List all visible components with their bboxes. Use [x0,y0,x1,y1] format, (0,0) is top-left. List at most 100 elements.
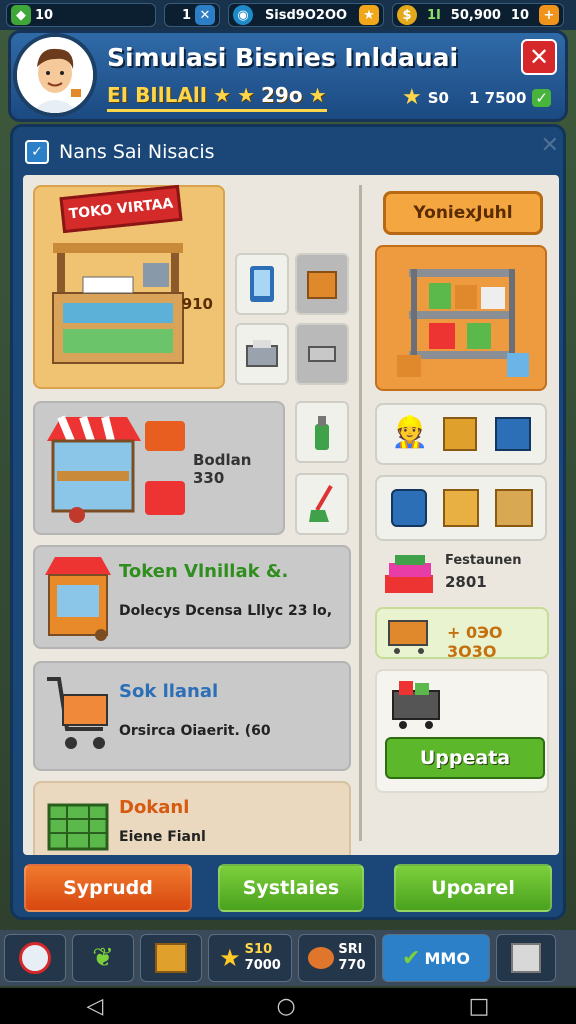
player-rank-value: 29o [261,83,303,107]
promo-title: Festaunen [445,553,522,568]
recents-icon[interactable]: □ [469,994,490,1019]
game-title: Simulasi Bisnies Inldauai [107,43,459,72]
price-row[interactable]: + 0ЭО 3О3О [375,607,549,661]
basket-icon [308,947,335,969]
scanner-icon [308,346,336,362]
item-scanner[interactable] [295,323,349,385]
tab-leaf[interactable]: ❦ [72,934,134,982]
shopping-cart-icon [47,677,108,749]
shop-sign: TOKO VIRTAA [59,184,183,234]
storage-items [375,475,547,541]
back-icon[interactable]: ◁ [87,994,104,1019]
item-broom[interactable] [295,473,349,535]
stacked-goods-icon [385,555,433,593]
resource-gems-value: 10 [35,7,54,23]
crate-icon [155,943,187,973]
statistics-button[interactable]: Systlaies [218,864,364,912]
panel-content: TOKO VIRTAA 910 Bodlan 330 Token Vlnilla… [23,175,559,855]
tab-stars-bottom: 7000 [244,958,281,973]
system-nav-bar: ◁ ○ □ [0,988,576,1024]
tools-icon: ✕ [195,5,215,25]
item-box[interactable] [295,253,349,315]
globe-icon: ◉ [233,5,253,25]
compass-icon [19,942,51,974]
goods-cart-icon [392,681,440,729]
stall-label: Bodlan 330 [193,451,252,487]
star-icon: ★ [213,83,232,107]
resource-money[interactable]: ◉ Sisd9O2OO ★ [228,3,384,27]
close-button[interactable]: ✕ [521,39,557,75]
resource-coins[interactable]: $ 1I 50,900 10 + [392,3,564,27]
shop-counter-icon [52,243,184,364]
box-icon[interactable] [443,489,479,527]
checkbox-icon[interactable]: ✓ [25,140,49,164]
tab-compass[interactable] [4,934,66,982]
price-text: + 0ЭО 3О3О [447,623,503,661]
staff-items: 👷 [375,403,547,465]
box-icon [307,271,337,299]
supply-button[interactable]: Syprudd [24,864,192,912]
warehouse-badge[interactable]: YoniexJuhl [383,191,543,235]
item-tablet[interactable] [235,253,289,315]
star-icon: ★ [402,85,422,110]
cart-icon [388,620,428,654]
player-avatar[interactable] [13,33,97,117]
resource-coins-value: 50,900 [450,7,501,23]
resource-gems[interactable]: ◆ 10 [6,3,156,27]
basket-icon [47,803,109,851]
tab-shop-top: SRl [338,942,363,957]
resource-coins-small: 1I [426,7,441,23]
row3-subtitle: Eiene Fianl [119,829,206,845]
market-stall-icon [47,415,185,523]
row3-title: Dokanl [119,797,190,818]
tab-stars-top: S10 [244,942,273,957]
star-icon: ★ [308,83,327,107]
tab-tasks[interactable]: ✔ MMO [382,934,490,982]
check-icon: ✓ [532,88,551,107]
item-bottle[interactable] [295,401,349,463]
star-icon: ★ [219,944,241,972]
tab-inventory[interactable] [140,934,202,982]
bin-icon[interactable] [495,417,531,451]
shopkeeper-avatar-icon [17,37,93,113]
add-icon[interactable]: + [538,5,559,25]
package-icon[interactable] [495,489,533,527]
panel-heading: Nans Sai Nisacis [59,141,215,163]
upgrade-button[interactable]: Uppeata [385,737,545,779]
warehouse-card[interactable] [375,245,547,391]
business-row-2[interactable]: Sok llanal Orsirca Oiaerit. (60 [33,661,351,771]
header-stat-2: 1 7500 [469,88,527,107]
upgrade-all-button[interactable]: Upoarel [394,864,552,912]
panel-close-icon[interactable]: ✕ [541,133,559,158]
player-rank: EI BIlLAlI ★ ★ 29o ★ [107,83,327,112]
worker-icon[interactable]: 👷 [391,415,428,450]
bottom-tab-bar: ❦ ★ S10 7000 SRl 770 ✔ MMO [0,930,576,986]
crate-icon[interactable] [443,417,477,451]
shop-card[interactable]: TOKO VIRTAA 910 [33,184,225,389]
item-printer[interactable] [235,323,289,385]
resource-coins-level: 10 [510,7,530,23]
cube-icon [511,943,541,973]
business-row-3[interactable]: Dokanl Eiene Fianl [33,781,351,855]
promo-row: Festaunen 2801 [375,553,547,601]
business-row-1[interactable]: Token Vlnillak &. Dolecys Dcensa Lllyc 2… [33,545,351,649]
tab-tasks-value: MMO [424,948,470,968]
leaf-icon: ❦ [92,943,114,973]
stall-card[interactable]: Bodlan 330 [33,401,285,535]
tab-shop-bottom: 770 [338,958,366,973]
home-icon[interactable]: ○ [276,994,295,1019]
coin-icon: $ [397,5,417,25]
tab-stars[interactable]: ★ S10 7000 [208,934,292,982]
upgrade-card: Uppeata [375,669,549,793]
bottle-icon [315,416,329,450]
star-icon: ★ [358,5,379,25]
game-screen: ◆ 10 1 ✕ ◉ Sisd9O2OO ★ $ 1I 50,900 10 + [0,0,576,1024]
tab-cube[interactable] [496,934,556,982]
player-rank-name: EI BIlLAlI [107,83,208,107]
row2-title: Sok llanal [119,681,219,702]
locker-icon[interactable] [391,489,427,527]
printer-icon [246,340,278,367]
shop-value: 910 [181,295,213,313]
tab-shop[interactable]: SRl 770 [298,934,376,982]
resource-energy[interactable]: 1 ✕ [164,3,220,27]
